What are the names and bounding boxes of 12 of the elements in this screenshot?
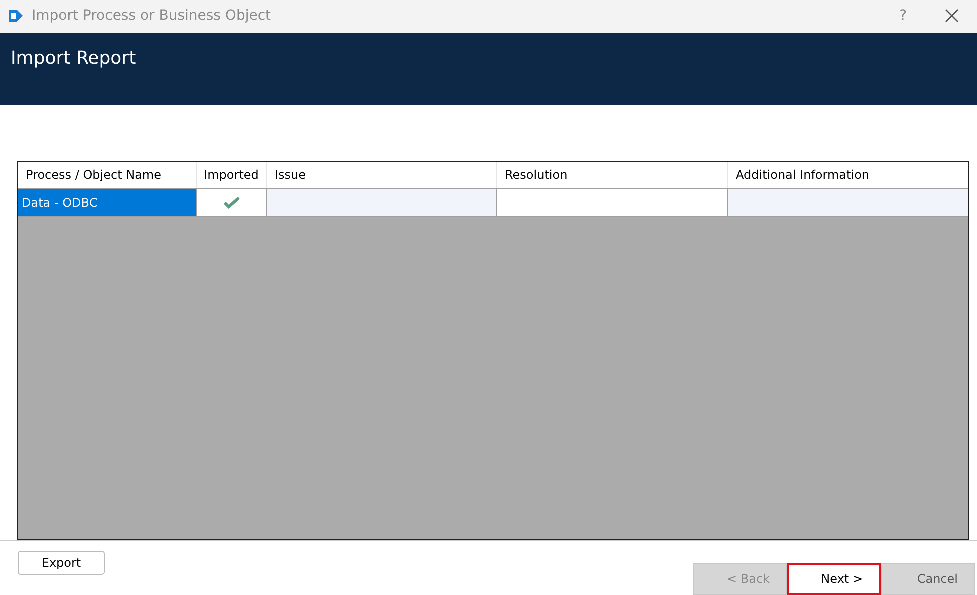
export-button[interactable]: Export: [18, 551, 105, 575]
column-header[interactable]: Issue: [267, 162, 497, 188]
table-cell[interactable]: Data - ODBC: [18, 189, 197, 216]
column-header[interactable]: Additional Information: [728, 162, 968, 188]
wizard-button[interactable]: Cancel: [881, 563, 975, 595]
page-title: Import Report: [11, 48, 136, 69]
close-icon[interactable]: [945, 9, 959, 24]
window-title: Import Process or Business Object: [32, 8, 272, 24]
column-header[interactable]: Imported: [197, 162, 267, 188]
column-header[interactable]: Resolution: [497, 162, 728, 188]
wizard-button[interactable]: Next >: [787, 563, 881, 595]
app-logo-icon: [8, 8, 24, 24]
